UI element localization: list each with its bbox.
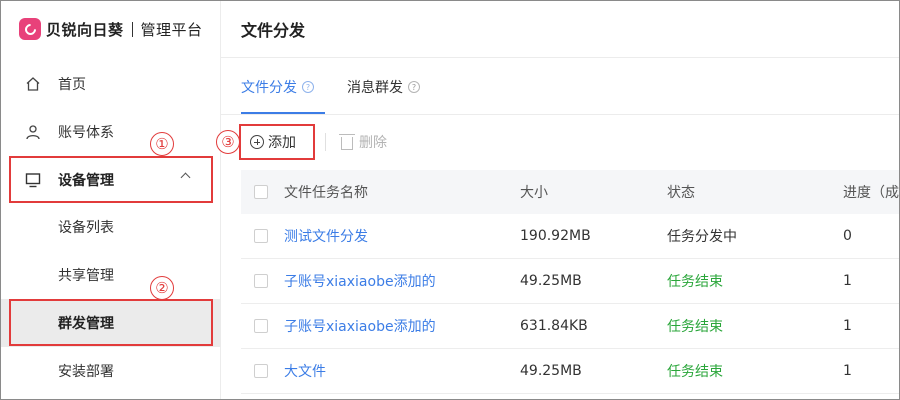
add-button[interactable]: 添加 bbox=[241, 125, 314, 159]
sidebar-item-label: 安装部署 bbox=[58, 364, 114, 380]
sidebar-item-device-list[interactable]: 设备列表 bbox=[1, 203, 221, 251]
task-status: 任务分发中 bbox=[667, 229, 737, 245]
home-icon bbox=[25, 76, 41, 92]
task-progress: 0 bbox=[843, 228, 852, 244]
page-title: 文件分发 bbox=[241, 21, 306, 40]
trash-icon bbox=[339, 133, 355, 150]
window-frame: 贝锐向日葵 管理平台 首页 账号体系 设备管理 设备列表 共享管理 群发管理 安… bbox=[0, 0, 900, 400]
table-row[interactable]: 子账号xiaxiaobe添加的 49.25MB 任务结束 1 bbox=[241, 259, 899, 304]
chevron-up-icon bbox=[180, 172, 191, 183]
annotation-marker-3: ③ bbox=[216, 130, 240, 154]
sunlogin-logo-icon bbox=[19, 18, 41, 40]
brand-divider bbox=[131, 21, 133, 37]
add-circle-icon bbox=[250, 135, 264, 149]
select-all-checkbox[interactable] bbox=[254, 185, 268, 199]
column-header-progress[interactable]: 进度（成 bbox=[843, 170, 899, 214]
brand-logo[interactable]: 贝锐向日葵 管理平台 bbox=[19, 15, 203, 43]
sidebar-item-label: 设备管理 bbox=[58, 173, 114, 189]
task-table: 文件任务名称 大小 状态 进度（成 测试文件分发 190.92MB 任务分发中 … bbox=[241, 170, 899, 394]
help-icon[interactable]: ? bbox=[302, 81, 314, 93]
sidebar-item-accounts[interactable]: 账号体系 bbox=[1, 108, 221, 156]
task-name-link[interactable]: 子账号xiaxiaobe添加的 bbox=[284, 304, 436, 348]
table-header: 文件任务名称 大小 状态 进度（成 bbox=[241, 170, 899, 214]
delete-button-label: 删除 bbox=[359, 135, 387, 151]
column-header-status[interactable]: 状态 bbox=[667, 170, 695, 214]
task-size: 49.25MB bbox=[520, 363, 582, 379]
row-checkbox[interactable] bbox=[254, 319, 268, 333]
task-status: 任务结束 bbox=[667, 364, 723, 380]
task-size: 190.92MB bbox=[520, 228, 591, 244]
row-checkbox[interactable] bbox=[254, 274, 268, 288]
row-select-cell bbox=[254, 349, 268, 393]
sidebar-item-label: 共享管理 bbox=[58, 268, 114, 284]
sidebar-item-label: 首页 bbox=[58, 77, 86, 93]
column-header-name[interactable]: 文件任务名称 bbox=[284, 170, 368, 214]
task-status: 任务结束 bbox=[667, 319, 723, 335]
brand-subtitle: 管理平台 bbox=[140, 20, 203, 39]
row-select-cell bbox=[254, 214, 268, 258]
task-progress: 1 bbox=[843, 273, 852, 289]
sidebar-item-label: 设备列表 bbox=[58, 220, 114, 236]
table-row[interactable]: 大文件 49.25MB 任务结束 1 bbox=[241, 349, 899, 394]
table-row[interactable]: 子账号xiaxiaobe添加的 631.84KB 任务结束 1 bbox=[241, 304, 899, 349]
brand-name: 贝锐向日葵 bbox=[46, 20, 124, 39]
tab-file-distribution[interactable]: 文件分发 ? bbox=[241, 59, 314, 115]
page-header: 文件分发 bbox=[221, 1, 899, 58]
task-name-link[interactable]: 测试文件分发 bbox=[284, 214, 368, 258]
sidebar: 贝锐向日葵 管理平台 首页 账号体系 设备管理 设备列表 共享管理 群发管理 安… bbox=[1, 1, 221, 399]
task-size: 49.25MB bbox=[520, 273, 582, 289]
tab-label: 消息群发 bbox=[347, 80, 403, 96]
tab-bar: 文件分发 ? 消息群发 ? bbox=[221, 59, 899, 115]
sidebar-item-device-management[interactable]: 设备管理 bbox=[1, 156, 221, 204]
sidebar-item-sharing[interactable]: 共享管理 bbox=[1, 251, 221, 299]
table-row[interactable]: 测试文件分发 190.92MB 任务分发中 0 bbox=[241, 214, 899, 259]
sidebar-item-label: 群发管理 bbox=[58, 316, 114, 332]
annotation-marker-2: ② bbox=[150, 276, 174, 300]
task-progress: 1 bbox=[843, 363, 852, 379]
annotation-marker-1: ① bbox=[150, 132, 174, 156]
column-header-size[interactable]: 大小 bbox=[520, 170, 548, 214]
row-checkbox[interactable] bbox=[254, 364, 268, 378]
task-name-link[interactable]: 子账号xiaxiaobe添加的 bbox=[284, 259, 436, 303]
add-button-label: 添加 bbox=[268, 135, 296, 151]
task-status: 任务结束 bbox=[667, 274, 723, 290]
task-progress: 1 bbox=[843, 318, 852, 334]
sidebar-item-deployment[interactable]: 安装部署 bbox=[1, 347, 221, 395]
task-name-link[interactable]: 大文件 bbox=[284, 349, 326, 393]
select-all-cell bbox=[254, 170, 268, 214]
row-checkbox[interactable] bbox=[254, 229, 268, 243]
monitor-icon bbox=[25, 172, 41, 188]
toolbar-divider bbox=[325, 133, 326, 151]
row-select-cell bbox=[254, 259, 268, 303]
sidebar-item-label: 账号体系 bbox=[58, 125, 114, 141]
delete-button[interactable]: 删除 bbox=[339, 125, 387, 159]
task-size: 631.84KB bbox=[520, 318, 588, 334]
tab-message-broadcast[interactable]: 消息群发 ? bbox=[347, 59, 420, 115]
help-icon[interactable]: ? bbox=[408, 81, 420, 93]
sidebar-item-home[interactable]: 首页 bbox=[1, 60, 221, 108]
user-icon bbox=[25, 124, 41, 140]
tab-label: 文件分发 bbox=[241, 80, 297, 96]
active-tab-indicator bbox=[241, 112, 325, 114]
row-select-cell bbox=[254, 304, 268, 348]
sidebar-item-bulk-send[interactable]: 群发管理 bbox=[1, 299, 221, 347]
